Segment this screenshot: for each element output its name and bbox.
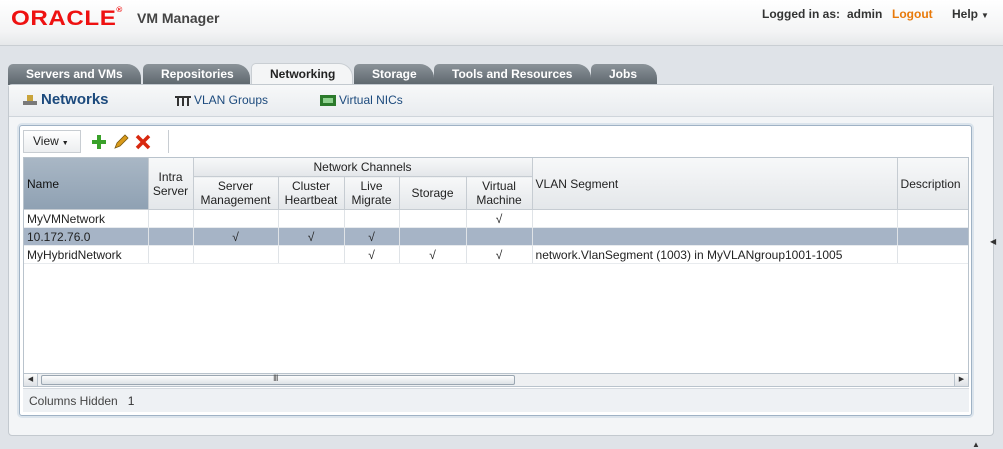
networking-panel: Networks VLAN Groups Virtual NICs View▼ <box>8 84 994 436</box>
delete-icon[interactable] <box>134 133 152 151</box>
collapse-panel-icon[interactable]: ◀ <box>990 237 998 251</box>
cell-storage <box>399 209 467 228</box>
scroll-left-icon[interactable]: ◀ <box>24 374 38 386</box>
column-header-live-migrate[interactable]: Live Migrate <box>344 176 400 210</box>
column-header-vlan-segment[interactable]: VLAN Segment <box>532 158 898 210</box>
chevron-down-icon: ▼ <box>981 11 989 20</box>
cell-vlan-segment <box>532 209 898 228</box>
columns-hidden-count: 1 <box>127 394 135 408</box>
cell-storage: √ <box>399 245 467 264</box>
chevron-down-icon: ▼ <box>61 140 69 147</box>
tab-servers-and-vms[interactable]: Servers and VMs <box>8 64 141 85</box>
app-title: VM Manager <box>137 10 220 26</box>
column-header-storage[interactable]: Storage <box>399 176 467 210</box>
column-header-intra-server[interactable]: Intra Server <box>148 158 194 210</box>
table-toolbar: View ▼ <box>23 130 967 153</box>
cell-vlan-segment <box>532 227 898 246</box>
network-icon <box>23 95 37 106</box>
vlan-group-icon <box>175 95 191 106</box>
cell-server-management: √ <box>193 227 279 246</box>
edit-icon[interactable] <box>112 133 130 151</box>
tab-networking[interactable]: Networking <box>251 63 353 86</box>
column-header-server-management[interactable]: Server Management <box>193 176 279 210</box>
app-header: ORACLE® VM Manager Logged in as: admin L… <box>0 0 1003 46</box>
tab-tools-and-resources[interactable]: Tools and Resources <box>434 64 591 85</box>
tab-jobs[interactable]: Jobs <box>591 64 657 85</box>
expand-bottom-icon[interactable]: ▲ <box>972 440 980 449</box>
column-header-network-channels: Network Channels <box>193 158 533 177</box>
cell-description <box>897 227 968 246</box>
logout-link[interactable]: Logout <box>892 7 933 21</box>
cell-cluster-heartbeat <box>278 245 345 264</box>
cell-virtual-machine <box>466 227 533 246</box>
virtual-nic-icon <box>320 95 336 107</box>
cell-storage <box>399 227 467 246</box>
column-header-virtual-machine[interactable]: Virtual Machine <box>466 176 533 210</box>
cell-vlan-segment: network.VlanSegment (1003) in MyVLANgrou… <box>532 245 898 264</box>
tab-repositories[interactable]: Repositories <box>143 64 250 85</box>
cell-server-management <box>193 209 279 228</box>
toolbar-separator <box>168 130 169 153</box>
cell-server-management <box>193 245 279 264</box>
cell-intra-server <box>148 227 194 246</box>
add-icon[interactable] <box>90 133 108 151</box>
user-name: admin <box>847 7 883 21</box>
oracle-logo: ORACLE® <box>11 7 123 30</box>
table-row[interactable]: MyHybridNetwork √ √ √ network.VlanSegmen… <box>24 245 968 264</box>
cell-name: 10.172.76.0 <box>24 227 149 246</box>
cell-cluster-heartbeat <box>278 209 345 228</box>
subtab-vlan-groups[interactable]: VLAN Groups <box>175 93 268 107</box>
column-header-name[interactable]: Name <box>24 158 149 210</box>
scrollbar-grip: III <box>273 373 278 383</box>
subtab-networks[interactable]: Networks <box>23 91 109 108</box>
cell-live-migrate: √ <box>344 227 400 246</box>
cell-cluster-heartbeat: √ <box>278 227 345 246</box>
networking-subtabs: Networks VLAN Groups Virtual NICs <box>9 85 993 117</box>
subtab-virtual-nics[interactable]: Virtual NICs <box>320 93 403 107</box>
cell-intra-server <box>148 209 194 228</box>
cell-virtual-machine: √ <box>466 209 533 228</box>
column-header-description[interactable]: Description <box>897 158 968 210</box>
cell-name: MyVMNetwork <box>24 209 149 228</box>
table-status-bar: Columns Hidden 1 <box>23 388 969 412</box>
networks-table-container: View ▼ Name Intra Server Network Channel… <box>19 125 972 416</box>
view-menu-button[interactable]: View ▼ <box>23 130 81 153</box>
cell-name: MyHybridNetwork <box>24 245 149 264</box>
cell-description <box>897 245 968 264</box>
scroll-right-icon[interactable]: ▶ <box>954 374 968 386</box>
cell-live-migrate: √ <box>344 245 400 264</box>
tab-storage[interactable]: Storage <box>354 64 434 85</box>
networks-table: Name Intra Server Network Channels VLAN … <box>23 157 969 380</box>
cell-intra-server <box>148 245 194 264</box>
cell-live-migrate <box>344 209 400 228</box>
help-menu[interactable]: Help ▼ <box>952 7 989 21</box>
columns-hidden-label: Columns Hidden <box>29 394 118 408</box>
scrollbar-thumb[interactable]: III <box>41 373 515 385</box>
table-row[interactable]: 10.172.76.0 √ √ √ <box>24 227 968 246</box>
cell-virtual-machine: √ <box>466 245 533 264</box>
column-header-cluster-heartbeat[interactable]: Cluster Heartbeat <box>278 176 345 210</box>
cell-description <box>897 209 968 228</box>
horizontal-scrollbar[interactable]: ◀ III ▶ <box>23 373 969 387</box>
table-row[interactable]: MyVMNetwork √ <box>24 209 968 228</box>
logged-in-label: Logged in as: <box>762 7 840 21</box>
